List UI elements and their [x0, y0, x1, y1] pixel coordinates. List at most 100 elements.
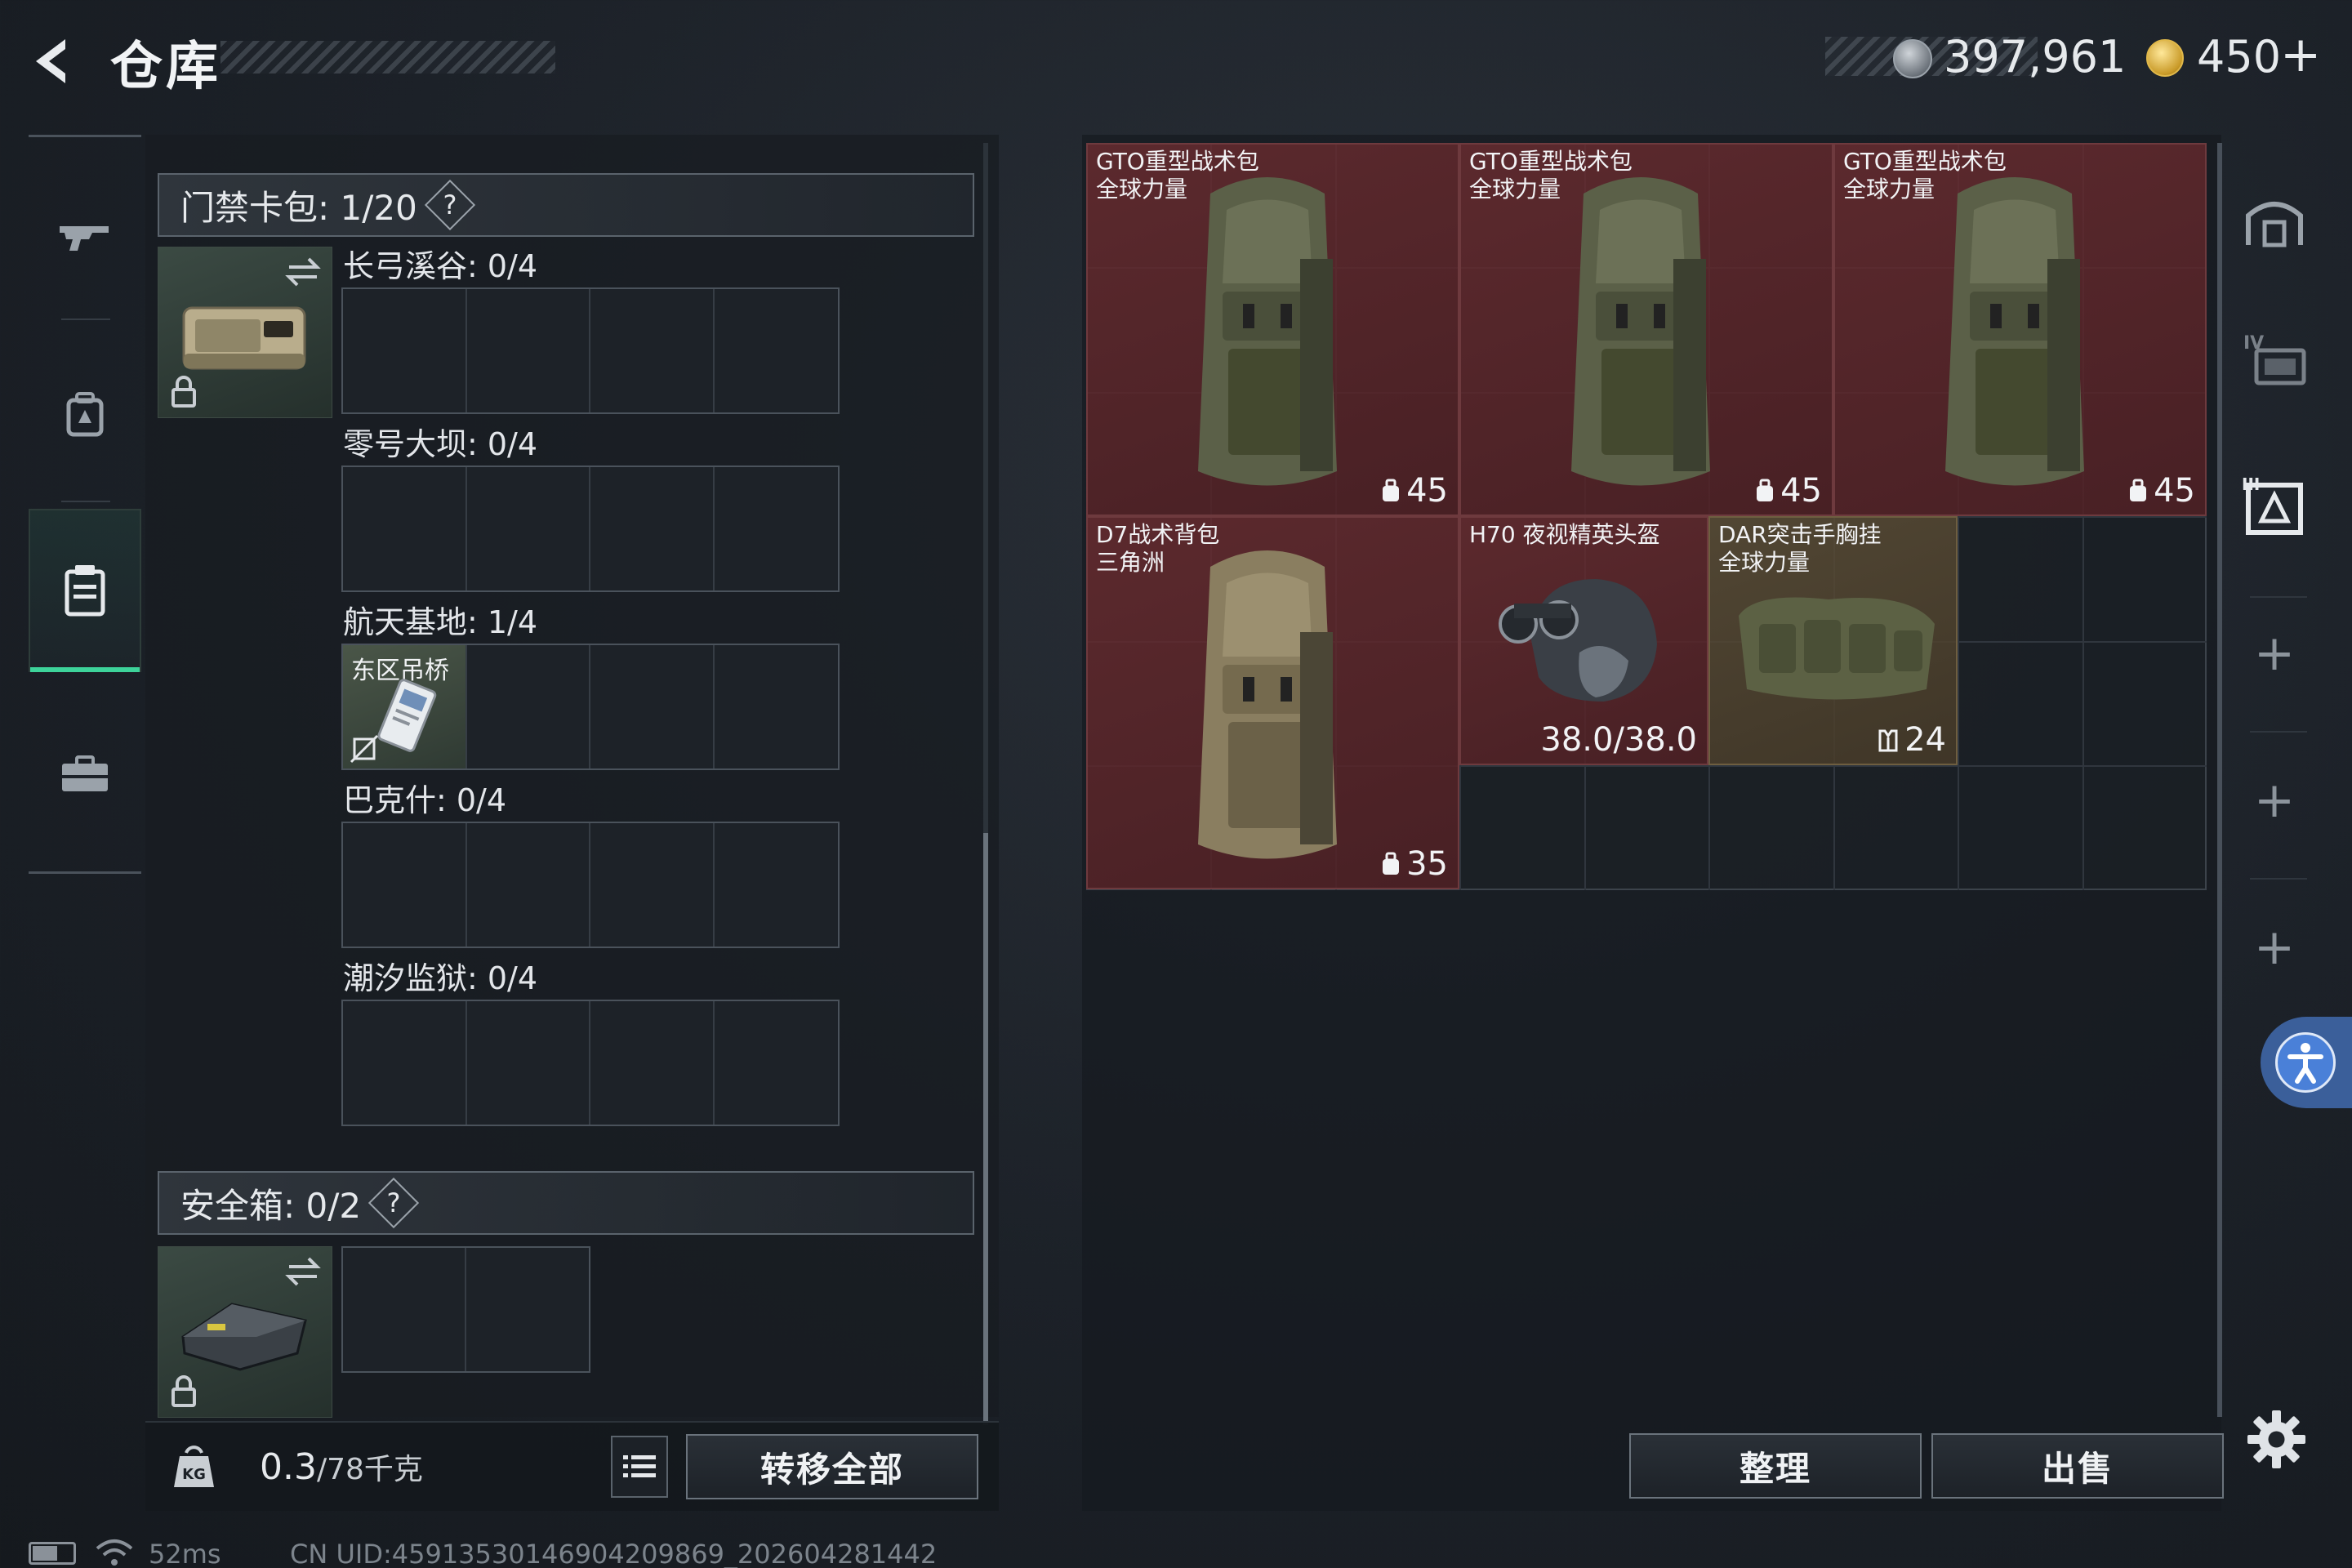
- nav-divider: [2250, 878, 2307, 880]
- safe-slot[interactable]: [343, 1248, 466, 1371]
- add-storage-page-button[interactable]: +: [2230, 747, 2319, 853]
- nav-item-weapons[interactable]: [29, 154, 141, 317]
- accessibility-button[interactable]: [2261, 1017, 2352, 1108]
- plus-icon: +: [2253, 772, 2296, 829]
- item-capacity: 35: [1380, 845, 1448, 883]
- page-title: 仓库: [110, 37, 221, 97]
- left-scrollbar-thumb[interactable]: [983, 833, 988, 1421]
- safe-section-title: 安全箱: 0/2: [180, 1185, 362, 1226]
- storage-page-2[interactable]: IV: [2230, 306, 2319, 412]
- wifi-icon: [96, 1539, 133, 1566]
- weight-icon: KG: [174, 1446, 214, 1487]
- card-slot[interactable]: [715, 645, 839, 768]
- map-slots-longbow-valley: [341, 287, 840, 414]
- storage-page-nav: IV III + + +: [2230, 135, 2352, 1360]
- card-slot[interactable]: [590, 645, 715, 768]
- list-view-button[interactable]: [611, 1436, 668, 1498]
- backpack-capacity-icon: [1383, 852, 1400, 875]
- nav-divider: [2250, 731, 2307, 733]
- add-storage-page-button[interactable]: +: [2230, 894, 2319, 1000]
- item-name: GTO重型战术包 全球力量: [1843, 148, 2007, 203]
- item-capacity: 45: [2127, 472, 2195, 510]
- card-slot[interactable]: [467, 289, 590, 412]
- transfer-all-button[interactable]: 转移全部: [686, 1434, 978, 1499]
- card-slot[interactable]: [467, 645, 590, 768]
- ping-readout: 52ms: [149, 1539, 221, 1568]
- card-slot[interactable]: [343, 1001, 467, 1125]
- chest-rig-capacity-icon: [1878, 729, 1898, 752]
- nav-divider: [61, 318, 110, 320]
- swap-icon[interactable]: [284, 1255, 322, 1288]
- item-name: GTO重型战术包 全球力量: [1469, 148, 1633, 203]
- card-slot[interactable]: [343, 823, 467, 947]
- toolbox-icon: [62, 755, 108, 791]
- card-slot[interactable]: [590, 467, 715, 590]
- nav-item-backpack[interactable]: [29, 333, 141, 497]
- plus-icon: +: [2253, 625, 2296, 682]
- storage-tier-iii-icon: III: [2242, 474, 2303, 535]
- help-icon: ?: [443, 189, 457, 220]
- nav-item-toolbox[interactable]: [29, 693, 141, 856]
- back-arrow-icon[interactable]: [24, 33, 82, 90]
- storage-page-main[interactable]: [2230, 167, 2319, 274]
- nav-divider: [61, 501, 110, 502]
- storage-item-dar-chest-rig[interactable]: DAR突击手胸挂 全球力量 24: [1708, 516, 1958, 765]
- help-icon: ?: [386, 1187, 401, 1218]
- card-slot[interactable]: [343, 289, 467, 412]
- user-uid: CN UID:4591353014690420986​9_20260428144…: [290, 1539, 938, 1568]
- swap-icon[interactable]: [284, 256, 322, 288]
- helmet-icon: [1499, 579, 1657, 702]
- unusable-icon: [350, 734, 379, 764]
- card-slot[interactable]: [590, 289, 715, 412]
- settings-gear-icon[interactable]: [2246, 1409, 2307, 1470]
- help-button[interactable]: ?: [424, 179, 475, 231]
- item-name: D7战术背包 三角洲: [1096, 521, 1220, 576]
- card-slot[interactable]: [715, 1001, 839, 1125]
- storage-item-gto-backpack[interactable]: GTO重型战术包 全球力量 45: [1833, 143, 2207, 516]
- map-slots-zero-dam: [341, 466, 840, 592]
- title-decoration: [220, 41, 555, 74]
- safe-box-slot[interactable]: [158, 1246, 332, 1418]
- map-slots-bakhsh: [341, 822, 840, 948]
- card-slot[interactable]: [343, 467, 467, 590]
- add-currency-button[interactable]: +: [2280, 26, 2321, 83]
- gold-coin-icon: [2146, 39, 2184, 77]
- help-button[interactable]: ?: [368, 1177, 420, 1229]
- sort-button[interactable]: 整理: [1629, 1433, 1922, 1499]
- silver-amount: 397,961: [1944, 31, 2127, 82]
- keycard-case-slot[interactable]: [158, 247, 332, 418]
- backpack-capacity-icon: [1757, 479, 1774, 501]
- card-slot[interactable]: [467, 1001, 590, 1125]
- backpack-icon: [1945, 177, 2084, 486]
- storage-page-3[interactable]: III: [2230, 453, 2319, 559]
- item-name: DAR突击手胸挂 全球力量: [1718, 521, 1882, 576]
- card-slot[interactable]: [467, 823, 590, 947]
- card-slot[interactable]: [715, 289, 839, 412]
- backpack-icon: [66, 392, 104, 437]
- storage-item-gto-backpack[interactable]: GTO重型战术包 全球力量 45: [1086, 143, 1459, 516]
- warehouse-icon: [2246, 202, 2303, 247]
- backpack-capacity-icon: [2130, 479, 2147, 501]
- nav-item-keycard-case[interactable]: [29, 509, 141, 672]
- sell-button[interactable]: 出售: [1931, 1433, 2224, 1499]
- keycard-item[interactable]: 东区吊桥: [343, 645, 467, 768]
- storage-item-d7-backpack[interactable]: D7战术背包 三角洲 35: [1086, 516, 1459, 889]
- silver-coin-icon: [1893, 39, 1932, 78]
- plus-icon: +: [2253, 919, 2296, 976]
- card-slot[interactable]: [590, 1001, 715, 1125]
- card-slot[interactable]: [467, 467, 590, 590]
- storage-scrollbar[interactable]: [2217, 143, 2222, 1417]
- card-slot[interactable]: [590, 823, 715, 947]
- weight-current: 0.3: [260, 1446, 317, 1488]
- weight-readout: 0.3/78千克: [260, 1446, 423, 1488]
- map-slots-tide-prison: [341, 1000, 840, 1126]
- storage-item-gto-backpack[interactable]: GTO重型战术包 全球力量 45: [1459, 143, 1833, 516]
- safe-slot[interactable]: [466, 1248, 590, 1371]
- storage-tier-iv-icon: IV: [2243, 333, 2306, 385]
- rifle-icon: [60, 226, 109, 251]
- add-storage-page-button[interactable]: +: [2230, 600, 2319, 706]
- item-capacity: 24: [1877, 721, 1946, 759]
- storage-item-h70-helmet[interactable]: H70 夜视精英头盔 38.0/38.0: [1459, 516, 1708, 765]
- card-slot[interactable]: [715, 823, 839, 947]
- card-slot[interactable]: [715, 467, 839, 590]
